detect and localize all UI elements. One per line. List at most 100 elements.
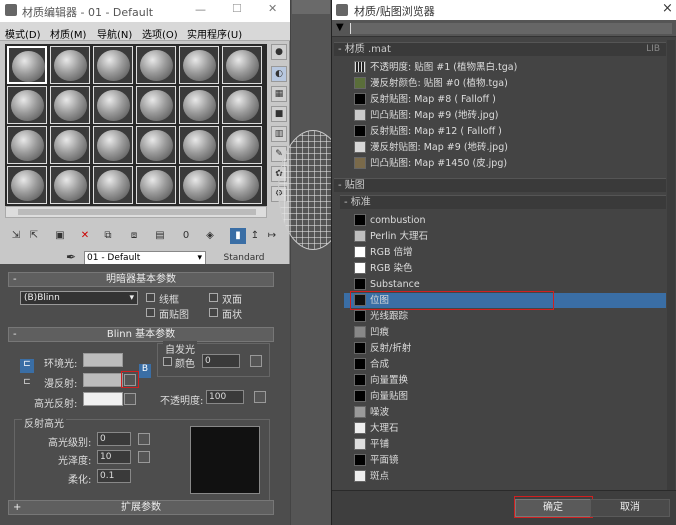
list-item[interactable]: 向量贴图 — [344, 389, 664, 404]
sample-slot[interactable] — [179, 166, 219, 204]
menu-navigation[interactable]: 导航(N) — [97, 26, 132, 41]
list-item[interactable]: combustion — [344, 213, 664, 228]
self-illum-color-checkbox[interactable] — [163, 357, 172, 366]
face-map-checkbox[interactable] — [146, 308, 155, 317]
standard-group-header[interactable]: - 标准 — [340, 195, 666, 209]
search-options-icon[interactable]: ▼ — [336, 22, 344, 33]
viewport-tab[interactable] — [292, 0, 330, 14]
self-illum-map-button[interactable] — [250, 355, 262, 367]
opacity-map-button[interactable] — [254, 391, 266, 403]
menu-utilities[interactable]: 实用程序(U) — [187, 26, 242, 41]
list-item[interactable]: 大理石 — [344, 421, 664, 436]
shader-rollout-header[interactable]: - 明暗器基本参数 — [8, 272, 274, 287]
search-input[interactable] — [350, 23, 672, 34]
show-map-icon[interactable]: ◈ — [202, 228, 218, 244]
material-name-field[interactable]: 01 - Default ▾ — [84, 251, 206, 265]
list-item[interactable]: 斑点 — [344, 469, 664, 484]
sample-slot[interactable] — [93, 46, 133, 84]
video-color-icon[interactable]: ▥ — [271, 126, 287, 142]
list-item[interactable]: 漫反射贴图: Map #9 (地砖.jpg) — [344, 140, 664, 155]
sample-slot[interactable] — [222, 86, 262, 124]
go-forward-icon[interactable]: ↦ — [264, 228, 280, 244]
sample-slot[interactable] — [7, 126, 47, 164]
list-item[interactable]: RGB 倍增 — [344, 245, 664, 260]
menu-options[interactable]: 选项(O) — [142, 26, 178, 41]
list-item[interactable]: 反射贴图: Map #8 ( Falloff ) — [344, 92, 664, 107]
spec-level-spinner[interactable]: 0 — [97, 432, 131, 446]
uv-tiling-icon[interactable]: ■ — [271, 106, 287, 122]
list-item[interactable]: 噪波 — [344, 405, 664, 420]
list-item[interactable]: 合成 — [344, 357, 664, 372]
lock-maps-icon[interactable]: B — [139, 364, 151, 378]
sample-slot[interactable] — [222, 126, 262, 164]
sample-slot[interactable] — [93, 166, 133, 204]
sample-slot[interactable] — [136, 166, 176, 204]
sample-slot[interactable] — [136, 86, 176, 124]
list-item[interactable]: 漫反射颜色: 贴图 #0 (植物.tga) — [344, 76, 664, 91]
sample-slot[interactable] — [50, 46, 90, 84]
menu-material[interactable]: 材质(M) — [50, 26, 86, 41]
minimize-button[interactable]: — — [195, 3, 206, 16]
lock-specular-icon[interactable]: ⊏ — [20, 377, 34, 389]
get-material-icon[interactable]: ⇲ — [8, 228, 24, 244]
sample-slot[interactable] — [93, 126, 133, 164]
sample-type-icon[interactable]: ● — [271, 44, 287, 60]
browser-close-button[interactable]: × — [662, 1, 673, 16]
list-item[interactable]: RGB 染色 — [344, 261, 664, 276]
two-sided-checkbox[interactable] — [209, 293, 218, 302]
material-type-button[interactable]: Standard — [212, 251, 276, 265]
list-item[interactable]: Perlin 大理石 — [344, 229, 664, 244]
extended-rollout-header[interactable]: + 扩展参数 — [8, 500, 274, 515]
specular-swatch[interactable] — [83, 392, 123, 406]
specular-map-button[interactable] — [124, 393, 136, 405]
blinn-rollout-header[interactable]: - Blinn 基本参数 — [8, 327, 274, 342]
sample-slot[interactable] — [50, 86, 90, 124]
menu-mode[interactable]: 模式(D) — [5, 26, 41, 41]
sample-slot[interactable] — [7, 166, 47, 204]
go-to-parent-icon[interactable]: ↥ — [247, 228, 263, 244]
cancel-button[interactable]: 取消 — [590, 499, 670, 517]
list-item[interactable]: 平面镜 — [344, 453, 664, 468]
list-item[interactable]: 凹凸贴图: Map #1450 (皮.jpg) — [344, 156, 664, 171]
make-unique-icon[interactable]: ⧈ — [126, 228, 142, 244]
sample-slot[interactable] — [50, 166, 90, 204]
list-item[interactable]: 凹凸贴图: Map #9 (地砖.jpg) — [344, 108, 664, 123]
sample-slot[interactable] — [136, 46, 176, 84]
sample-slot[interactable] — [7, 86, 47, 124]
list-item[interactable]: 向量置换 — [344, 373, 664, 388]
put-to-scene-icon[interactable]: ⇱ — [26, 228, 42, 244]
background-icon[interactable]: ▦ — [271, 86, 287, 102]
sample-slot[interactable] — [179, 126, 219, 164]
sample-slot[interactable] — [7, 46, 47, 84]
show-end-result-icon[interactable]: ▮ — [230, 228, 246, 244]
gloss-map-button[interactable] — [138, 451, 150, 463]
list-item[interactable]: 凹痕 — [344, 325, 664, 340]
assign-material-icon[interactable]: ▣ — [52, 228, 68, 244]
backlight-icon[interactable]: ◐ — [271, 66, 287, 82]
faceted-checkbox[interactable] — [209, 308, 218, 317]
search-bar[interactable]: ▼ — [332, 20, 676, 37]
wire-checkbox[interactable] — [146, 293, 155, 302]
maps-group-header[interactable]: - 贴图 — [334, 178, 666, 192]
list-item[interactable]: Substance — [344, 277, 664, 292]
material-library-header[interactable]: - 材质 .mat LIB — [334, 42, 666, 56]
browser-scrollbar[interactable] — [667, 40, 675, 490]
spec-level-map-button[interactable] — [138, 433, 150, 445]
sample-slot[interactable] — [222, 166, 262, 204]
gloss-spinner[interactable]: 10 — [97, 450, 131, 464]
material-id-icon[interactable]: 0 — [178, 228, 194, 244]
horizontal-scrollbar[interactable] — [5, 206, 267, 218]
list-item[interactable]: 反射/折射 — [344, 341, 664, 356]
put-to-library-icon[interactable]: ▤ — [152, 228, 168, 244]
copy-material-icon[interactable]: ⧉ — [100, 228, 116, 244]
eyedropper-icon[interactable]: ✒ — [66, 250, 76, 264]
sample-slot[interactable] — [50, 126, 90, 164]
list-item[interactable]: 光线跟踪 — [344, 309, 664, 324]
sample-slot[interactable] — [179, 46, 219, 84]
shader-dropdown[interactable]: (B)Blinn ▾ — [20, 291, 138, 305]
sample-slot[interactable] — [179, 86, 219, 124]
list-item[interactable]: 反射贴图: Map #12 ( Falloff ) — [344, 124, 664, 139]
list-item[interactable]: 平铺 — [344, 437, 664, 452]
self-illum-spinner[interactable]: 0 — [202, 354, 240, 368]
sample-slot[interactable] — [93, 86, 133, 124]
